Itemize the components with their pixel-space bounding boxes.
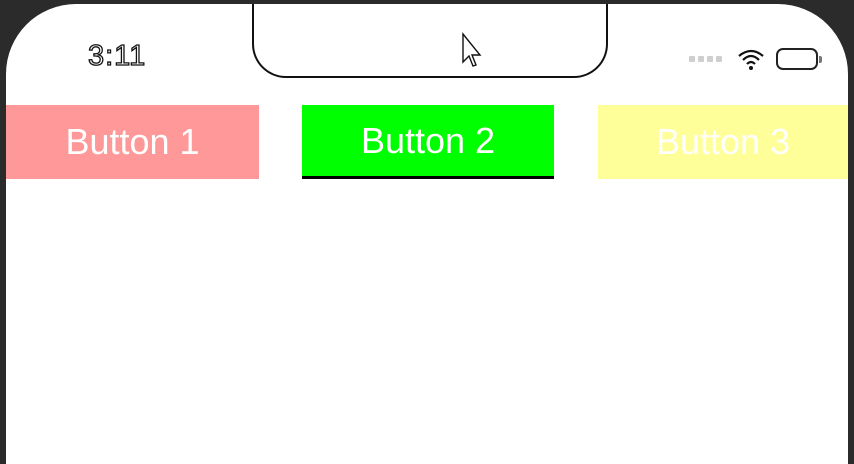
button-1[interactable]: Button 1 [6,105,259,179]
notch-top [254,4,606,8]
button-3[interactable]: Button 3 [598,105,848,179]
notch [252,4,608,78]
wifi-icon [738,49,764,70]
status-bar-time: 3:11 [87,39,147,72]
status-bar-right [689,44,822,74]
battery-icon [776,48,822,70]
mouse-pointer-icon [462,32,482,67]
button-2[interactable]: Button 2 [302,105,554,179]
device-screen: 3:11 Button 1 Button 2 Button 3 [6,4,848,464]
signal-dots-icon [689,56,722,62]
device-frame: 3:11 Button 1 Button 2 Button 3 [0,0,854,464]
